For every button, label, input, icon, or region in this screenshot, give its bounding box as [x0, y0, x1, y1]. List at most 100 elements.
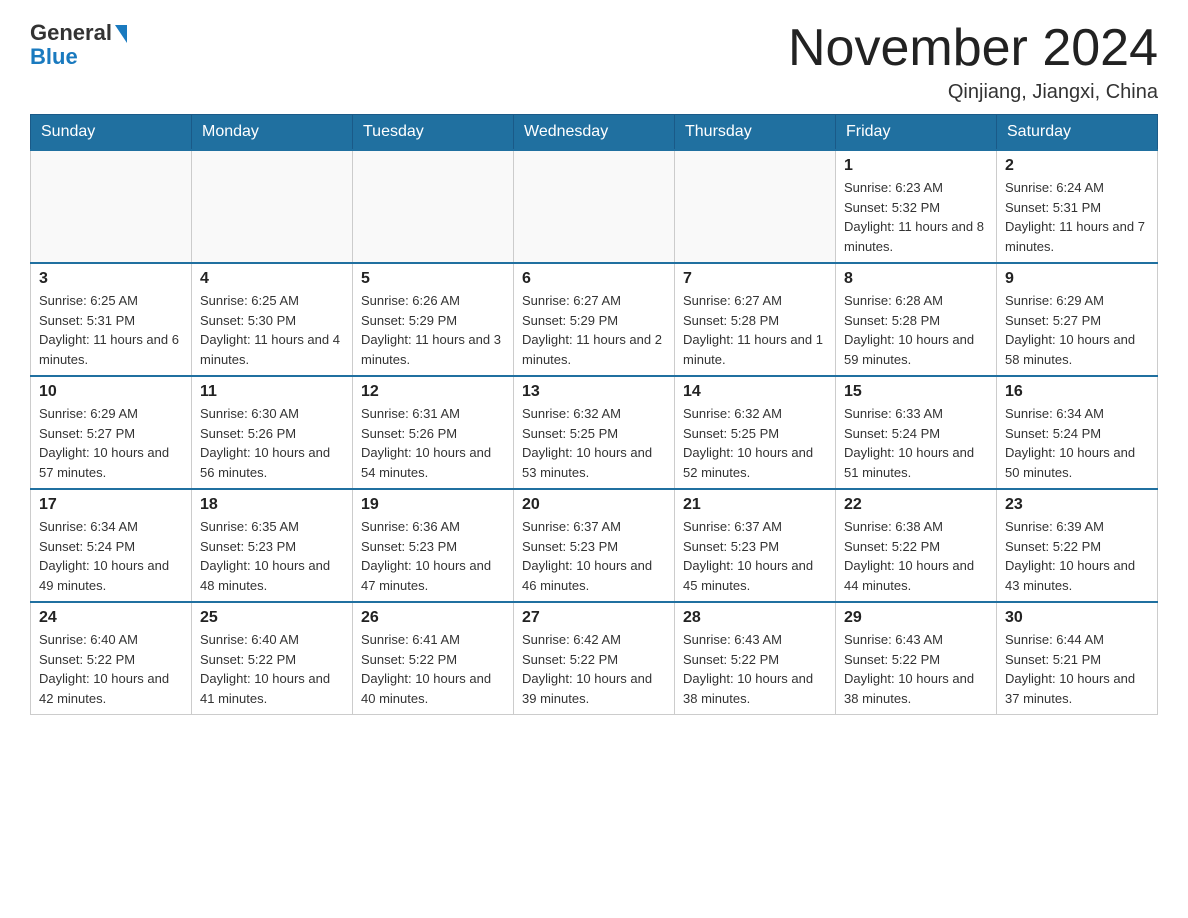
calendar-cell: 16 Sunrise: 6:34 AMSunset: 5:24 PMDayligh…: [997, 376, 1158, 489]
month-year-title: November 2024: [788, 20, 1158, 77]
calendar-cell: 30Sunrise: 6:44 AMSunset: 5:21 PMDayligh…: [997, 602, 1158, 715]
day-info: Sunrise: 6:42 AMSunset: 5:22 PMDaylight:…: [522, 630, 666, 708]
day-number: 25: [200, 609, 344, 627]
day-info: Sunrise: 6:41 AMSunset: 5:22 PMDaylight:…: [361, 630, 505, 708]
day-info: Sunrise: 6:33 AMSunset: 5:24 PMDaylight:…: [844, 404, 988, 482]
weekday-header-saturday: Saturday: [997, 115, 1158, 151]
day-info: Sunrise: 6:38 AMSunset: 5:22 PMDaylight:…: [844, 517, 988, 595]
day-info: Sunrise: 6:29 AMSunset: 5:27 PMDaylight:…: [1005, 291, 1149, 369]
day-info: Sunrise: 6:40 AMSunset: 5:22 PMDaylight:…: [200, 630, 344, 708]
calendar-cell: [675, 150, 836, 263]
calendar-cell: 17Sunrise: 6:34 AMSunset: 5:24 PMDayligh…: [31, 489, 192, 602]
day-number: 18: [200, 496, 344, 514]
day-number: 11: [200, 383, 344, 401]
day-number: 12: [361, 383, 505, 401]
calendar-cell: 29 Sunrise: 6:43 AMSunset: 5:22 PMDayligh…: [836, 602, 997, 715]
day-number: 6: [522, 270, 666, 288]
calendar-cell: [514, 150, 675, 263]
day-info: Sunrise: 6:25 AMSunset: 5:30 PMDaylight:…: [200, 291, 344, 369]
day-number: 20: [522, 496, 666, 514]
week-row-3: 10Sunrise: 6:29 AMSunset: 5:27 PMDayligh…: [31, 376, 1158, 489]
day-info: Sunrise: 6:29 AMSunset: 5:27 PMDaylight:…: [39, 404, 183, 482]
logo-blue-text: Blue: [30, 44, 78, 70]
day-info: Sunrise: 6:25 AMSunset: 5:31 PMDaylight:…: [39, 291, 183, 369]
week-row-1: 1 Sunrise: 6:23 AMSunset: 5:32 PMDaylight…: [31, 150, 1158, 263]
calendar-cell: 28Sunrise: 6:43 AMSunset: 5:22 PMDayligh…: [675, 602, 836, 715]
calendar-cell: 15 Sunrise: 6:33 AMSunset: 5:24 PMDayligh…: [836, 376, 997, 489]
day-number: 17: [39, 496, 183, 514]
logo-general-text: General: [30, 20, 112, 46]
weekday-header-wednesday: Wednesday: [514, 115, 675, 151]
day-number: 15: [844, 383, 988, 401]
calendar-cell: 23 Sunrise: 6:39 AMSunset: 5:22 PMDayligh…: [997, 489, 1158, 602]
day-info: Sunrise: 6:31 AMSunset: 5:26 PMDaylight:…: [361, 404, 505, 482]
calendar-cell: 19 Sunrise: 6:36 AMSunset: 5:23 PMDayligh…: [353, 489, 514, 602]
calendar-cell: [192, 150, 353, 263]
day-number: 21: [683, 496, 827, 514]
day-info: Sunrise: 6:32 AMSunset: 5:25 PMDaylight:…: [683, 404, 827, 482]
day-number: 19: [361, 496, 505, 514]
calendar-cell: 24Sunrise: 6:40 AMSunset: 5:22 PMDayligh…: [31, 602, 192, 715]
week-row-5: 24Sunrise: 6:40 AMSunset: 5:22 PMDayligh…: [31, 602, 1158, 715]
calendar-cell: 18 Sunrise: 6:35 AMSunset: 5:23 PMDayligh…: [192, 489, 353, 602]
calendar-cell: 25 Sunrise: 6:40 AMSunset: 5:22 PMDayligh…: [192, 602, 353, 715]
calendar-header-row: SundayMondayTuesdayWednesdayThursdayFrid…: [31, 115, 1158, 151]
calendar-cell: 20 Sunrise: 6:37 AMSunset: 5:23 PMDayligh…: [514, 489, 675, 602]
calendar-cell: 12 Sunrise: 6:31 AMSunset: 5:26 PMDayligh…: [353, 376, 514, 489]
week-row-2: 3 Sunrise: 6:25 AMSunset: 5:31 PMDaylight…: [31, 263, 1158, 376]
calendar-cell: 2Sunrise: 6:24 AMSunset: 5:31 PMDaylight…: [997, 150, 1158, 263]
week-row-4: 17Sunrise: 6:34 AMSunset: 5:24 PMDayligh…: [31, 489, 1158, 602]
day-number: 3: [39, 270, 183, 288]
day-info: Sunrise: 6:32 AMSunset: 5:25 PMDaylight:…: [522, 404, 666, 482]
weekday-header-friday: Friday: [836, 115, 997, 151]
day-info: Sunrise: 6:27 AMSunset: 5:28 PMDaylight:…: [683, 291, 827, 369]
calendar-cell: [353, 150, 514, 263]
day-number: 23: [1005, 496, 1149, 514]
day-number: 29: [844, 609, 988, 627]
day-info: Sunrise: 6:23 AMSunset: 5:32 PMDaylight:…: [844, 178, 988, 256]
day-info: Sunrise: 6:40 AMSunset: 5:22 PMDaylight:…: [39, 630, 183, 708]
calendar-cell: 22 Sunrise: 6:38 AMSunset: 5:22 PMDayligh…: [836, 489, 997, 602]
calendar-cell: 8Sunrise: 6:28 AMSunset: 5:28 PMDaylight…: [836, 263, 997, 376]
calendar-table: SundayMondayTuesdayWednesdayThursdayFrid…: [30, 114, 1158, 715]
day-info: Sunrise: 6:37 AMSunset: 5:23 PMDaylight:…: [683, 517, 827, 595]
page-header: General Blue November 2024 Qinjiang, Jia…: [30, 20, 1158, 104]
day-info: Sunrise: 6:36 AMSunset: 5:23 PMDaylight:…: [361, 517, 505, 595]
day-info: Sunrise: 6:35 AMSunset: 5:23 PMDaylight:…: [200, 517, 344, 595]
logo-triangle-icon: [115, 25, 127, 43]
day-number: 4: [200, 270, 344, 288]
calendar-cell: 10Sunrise: 6:29 AMSunset: 5:27 PMDayligh…: [31, 376, 192, 489]
title-block: November 2024 Qinjiang, Jiangxi, China: [788, 20, 1158, 104]
day-number: 27: [522, 609, 666, 627]
calendar-cell: [31, 150, 192, 263]
day-number: 7: [683, 270, 827, 288]
calendar-cell: 21 Sunrise: 6:37 AMSunset: 5:23 PMDayligh…: [675, 489, 836, 602]
day-info: Sunrise: 6:26 AMSunset: 5:29 PMDaylight:…: [361, 291, 505, 369]
day-info: Sunrise: 6:27 AMSunset: 5:29 PMDaylight:…: [522, 291, 666, 369]
logo: General Blue: [30, 20, 127, 70]
day-info: Sunrise: 6:37 AMSunset: 5:23 PMDaylight:…: [522, 517, 666, 595]
day-number: 2: [1005, 157, 1149, 175]
calendar-cell: 14 Sunrise: 6:32 AMSunset: 5:25 PMDayligh…: [675, 376, 836, 489]
calendar-cell: 9 Sunrise: 6:29 AMSunset: 5:27 PMDaylight…: [997, 263, 1158, 376]
day-number: 9: [1005, 270, 1149, 288]
weekday-header-monday: Monday: [192, 115, 353, 151]
day-number: 30: [1005, 609, 1149, 627]
weekday-header-thursday: Thursday: [675, 115, 836, 151]
day-number: 16: [1005, 383, 1149, 401]
calendar-cell: 3 Sunrise: 6:25 AMSunset: 5:31 PMDaylight…: [31, 263, 192, 376]
day-info: Sunrise: 6:28 AMSunset: 5:28 PMDaylight:…: [844, 291, 988, 369]
day-number: 1: [844, 157, 988, 175]
location-text: Qinjiang, Jiangxi, China: [788, 81, 1158, 104]
day-info: Sunrise: 6:34 AMSunset: 5:24 PMDaylight:…: [1005, 404, 1149, 482]
day-info: Sunrise: 6:39 AMSunset: 5:22 PMDaylight:…: [1005, 517, 1149, 595]
calendar-cell: 27 Sunrise: 6:42 AMSunset: 5:22 PMDayligh…: [514, 602, 675, 715]
calendar-cell: 13Sunrise: 6:32 AMSunset: 5:25 PMDayligh…: [514, 376, 675, 489]
day-number: 14: [683, 383, 827, 401]
calendar-cell: 4 Sunrise: 6:25 AMSunset: 5:30 PMDaylight…: [192, 263, 353, 376]
day-number: 28: [683, 609, 827, 627]
day-info: Sunrise: 6:43 AMSunset: 5:22 PMDaylight:…: [844, 630, 988, 708]
calendar-cell: 1 Sunrise: 6:23 AMSunset: 5:32 PMDaylight…: [836, 150, 997, 263]
day-number: 22: [844, 496, 988, 514]
weekday-header-tuesday: Tuesday: [353, 115, 514, 151]
